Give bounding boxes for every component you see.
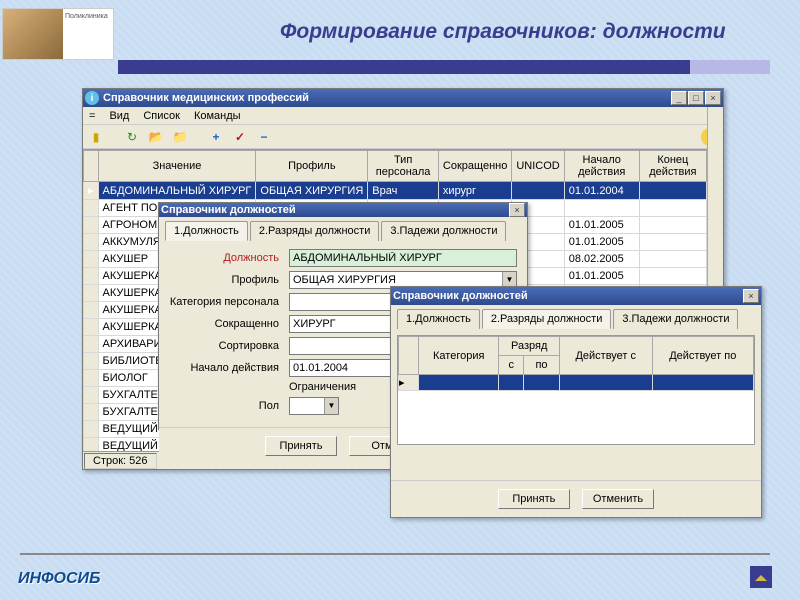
col-deist-s: Действует с: [559, 337, 652, 375]
col-po: по: [524, 356, 560, 375]
accept-button[interactable]: Принять: [265, 436, 337, 456]
app-logo: Поликлиника: [2, 8, 114, 60]
minimize-button[interactable]: _: [671, 91, 687, 105]
dialog2-body: Категория Разряд Действует с Действует п…: [391, 329, 761, 480]
tab-position[interactable]: 1.Должность: [397, 309, 480, 329]
close-button[interactable]: ×: [509, 203, 525, 217]
menu-commands[interactable]: Команды: [194, 110, 241, 122]
tab-ranks[interactable]: 2.Разряды должности: [250, 221, 379, 241]
footer-rule: [20, 553, 770, 555]
footer-brand: ИНФОСИБ: [18, 570, 100, 588]
slide-title: Формирование справочников: должности: [280, 20, 770, 44]
menu-list[interactable]: Список: [143, 110, 180, 122]
ranks-dialog-title: Справочник должностей: [393, 290, 742, 302]
tab-position[interactable]: 1.Должность: [165, 221, 248, 241]
folder-icon[interactable]: 📁: [171, 128, 189, 146]
col-header[interactable]: Конец действия: [639, 151, 706, 182]
tab-cases[interactable]: 3.Падежи должности: [381, 221, 506, 241]
doc-icon[interactable]: ▮: [87, 128, 105, 146]
col-deist-po: Действует по: [652, 337, 753, 375]
col-header[interactable]: Сокращенно: [438, 151, 511, 182]
menubar: = Вид Список Команды: [83, 107, 723, 125]
menu-view[interactable]: Вид: [109, 110, 129, 122]
tab-ranks[interactable]: 2.Разряды должности: [482, 309, 611, 329]
ogran-label: Ограничения: [289, 381, 356, 393]
sort-label: Сортировка: [169, 340, 279, 352]
scroll-top-button[interactable]: [750, 566, 772, 588]
dialog1-tabs: 1.Должность 2.Разряды должности 3.Падежи…: [159, 217, 527, 241]
dialog2-buttons: Принять Отменить: [391, 480, 761, 517]
pol-label: Пол: [169, 400, 279, 412]
close-button[interactable]: ×: [743, 289, 759, 303]
col-s: с: [499, 356, 524, 375]
ranks-row[interactable]: ▸: [399, 375, 754, 391]
profil-label: Профиль: [169, 274, 279, 286]
menu-ham[interactable]: =: [89, 110, 95, 122]
ranks-grid[interactable]: Категория Разряд Действует с Действует п…: [397, 335, 755, 445]
col-header[interactable]: Тип персонала: [368, 151, 439, 182]
kategoria-label: Категория персонала: [169, 296, 279, 308]
minus-icon[interactable]: −: [255, 128, 273, 146]
row-count: Строк: 526: [84, 453, 157, 469]
pol-combo[interactable]: ▼: [289, 397, 339, 415]
dolzhnost-input[interactable]: [289, 249, 517, 267]
ranks-dialog-titlebar[interactable]: Справочник должностей ×: [391, 287, 761, 305]
accept-button[interactable]: Принять: [498, 489, 570, 509]
info-icon: i: [85, 91, 99, 105]
close-button[interactable]: ×: [705, 91, 721, 105]
col-header[interactable]: Значение: [98, 151, 256, 182]
toolbar: ▮ ↻ 📂 📁 + ✓ − ?: [83, 125, 723, 149]
col-kategoria: Категория: [419, 337, 499, 375]
dolzhnost-label: Должность: [169, 252, 279, 264]
nachalo-label: Начало действия: [169, 362, 279, 374]
decor-stripe: [118, 60, 770, 74]
maximize-button[interactable]: □: [688, 91, 704, 105]
cancel-button[interactable]: Отменить: [582, 489, 654, 509]
position-dialog-title: Справочник должностей: [161, 204, 508, 216]
col-header[interactable]: UNICOD: [512, 151, 564, 182]
table-row[interactable]: ▸АБДОМИНАЛЬНЫЙ ХИРУРГОБЩАЯ ХИРУРГИЯВрачх…: [84, 182, 723, 200]
ranks-dialog: Справочник должностей × 1.Должность 2.Ра…: [390, 286, 762, 518]
col-header[interactable]: Начало действия: [564, 151, 639, 182]
main-window-title: Справочник медицинских профессий: [103, 92, 670, 104]
col-header[interactable]: Профиль: [256, 151, 368, 182]
folder-open-icon[interactable]: 📂: [147, 128, 165, 146]
main-window-titlebar[interactable]: i Справочник медицинских профессий _ □ ×: [83, 89, 723, 107]
col-razryad: Разряд: [499, 337, 559, 356]
dialog2-tabs: 1.Должность 2.Разряды должности 3.Падежи…: [391, 305, 761, 329]
refresh-icon[interactable]: ↻: [123, 128, 141, 146]
sokr-label: Сокращенно: [169, 318, 279, 330]
check-icon[interactable]: ✓: [231, 128, 249, 146]
position-dialog-titlebar[interactable]: Справочник должностей ×: [159, 203, 527, 217]
add-icon[interactable]: +: [207, 128, 225, 146]
tab-cases[interactable]: 3.Падежи должности: [613, 309, 738, 329]
